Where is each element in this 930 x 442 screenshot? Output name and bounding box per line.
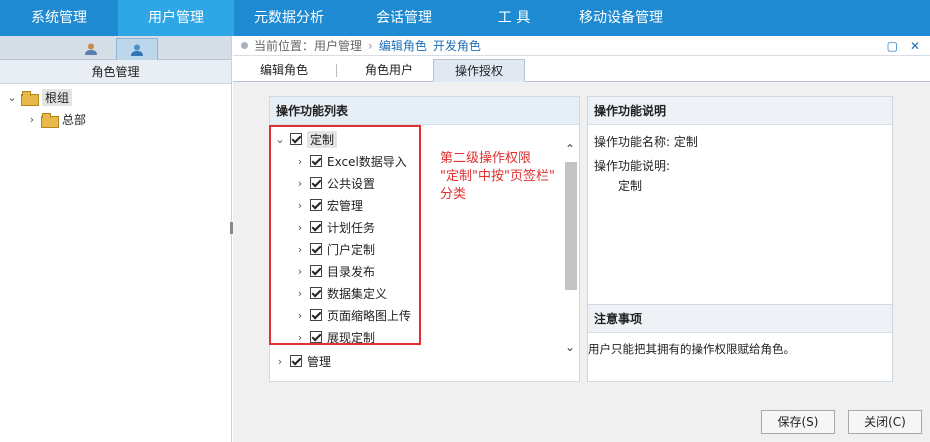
annotation-highlight-box: [269, 125, 421, 345]
tab-edit-role[interactable]: 编辑角色: [241, 59, 327, 82]
nav-tools[interactable]: 工 具: [464, 0, 564, 36]
annotation-line: 分类: [440, 187, 467, 202]
breadcrumb-item: 编辑角色: [378, 39, 427, 53]
role-icon: [131, 44, 143, 56]
folder-icon: [41, 112, 59, 128]
annotation-text: 第二级操作权限 "定制"中按"页签栏" 分类: [440, 150, 555, 204]
tab-divider: [336, 64, 337, 77]
function-list-scrollbar[interactable]: ⌃ ⌄: [564, 140, 578, 358]
sidebar-tab-role[interactable]: [116, 38, 158, 60]
scroll-up-icon[interactable]: ⌃: [565, 142, 575, 156]
chevron-right-icon[interactable]: ›: [274, 355, 286, 368]
breadcrumb-prefix: 当前位置：: [254, 39, 315, 53]
panel-title: 操作功能列表: [270, 97, 579, 125]
checkbox[interactable]: [290, 355, 302, 367]
folder-icon: [21, 90, 39, 106]
window-controls: ▢ ✕: [887, 39, 920, 53]
breadcrumb: 当前位置： 用户管理 › 编辑角色 开发角色: [233, 36, 930, 56]
notice-panel: 注意事项 用户只能把其拥有的操作权限赋给角色。: [587, 304, 893, 382]
save-button[interactable]: 保存(S): [761, 410, 835, 434]
nav-user-management[interactable]: 用户管理: [118, 0, 234, 36]
annotation-line: "定制"中按"页签栏": [440, 169, 555, 184]
function-desc-value: 定制: [618, 179, 643, 193]
sidebar: 角色管理 ⌄ 根组 › 总部: [0, 36, 232, 442]
tab-bar: 编辑角色 角色用户 操作授权: [233, 56, 930, 82]
panel-title: 注意事项: [588, 305, 892, 333]
tree-node-label: 总部: [62, 112, 87, 127]
function-description-panel: 操作功能说明 操作功能名称: 定制 操作功能说明: 定制: [587, 96, 893, 314]
function-name-line: 操作功能名称: 定制: [594, 135, 698, 149]
role-tree: ⌄ 根组 › 总部: [0, 84, 231, 130]
user-icon: [85, 43, 97, 55]
maximize-icon[interactable]: ▢: [887, 39, 898, 53]
close-button[interactable]: 关闭(C): [848, 410, 922, 434]
location-dot-icon: [241, 42, 248, 49]
close-icon[interactable]: ✕: [910, 39, 920, 53]
chevron-right-icon[interactable]: ›: [26, 113, 38, 126]
nav-metadata-analysis[interactable]: 元数据分析: [234, 0, 344, 36]
tree-node-root-group[interactable]: ⌄ 根组: [0, 86, 231, 108]
sidebar-tab-user[interactable]: [70, 38, 112, 60]
tab-operation-authorization[interactable]: 操作授权: [433, 59, 525, 82]
tab-role-users[interactable]: 角色用户: [343, 59, 435, 82]
sidebar-tabs: [0, 36, 231, 60]
tree-node-headquarters[interactable]: › 总部: [0, 108, 231, 130]
sidebar-title: 角色管理: [0, 60, 231, 84]
top-navigation: 系统管理 用户管理 元数据分析 会话管理 工 具 移动设备管理: [0, 0, 930, 36]
nav-mobile-device-management[interactable]: 移动设备管理: [564, 0, 678, 36]
breadcrumb-separator-icon: ›: [368, 38, 373, 53]
annotation-line: 第二级操作权限: [440, 151, 532, 166]
chevron-down-icon[interactable]: ⌄: [6, 91, 18, 104]
tree-node-label: 根组: [42, 88, 73, 106]
function-desc-label: 操作功能说明:: [594, 159, 671, 173]
breadcrumb-item: 开发角色: [432, 39, 481, 53]
breadcrumb-item[interactable]: 用户管理: [314, 37, 362, 54]
function-label: 管理: [307, 354, 332, 369]
scrollbar-thumb[interactable]: [565, 162, 577, 290]
panel-title: 操作功能说明: [588, 97, 892, 125]
notice-text: 用户只能把其拥有的操作权限赋给角色。: [588, 342, 795, 356]
nav-session-management[interactable]: 会话管理: [344, 0, 464, 36]
function-node-root[interactable]: › 管理: [274, 351, 331, 371]
nav-system-management[interactable]: 系统管理: [0, 0, 118, 36]
scroll-down-icon[interactable]: ⌄: [565, 340, 575, 354]
